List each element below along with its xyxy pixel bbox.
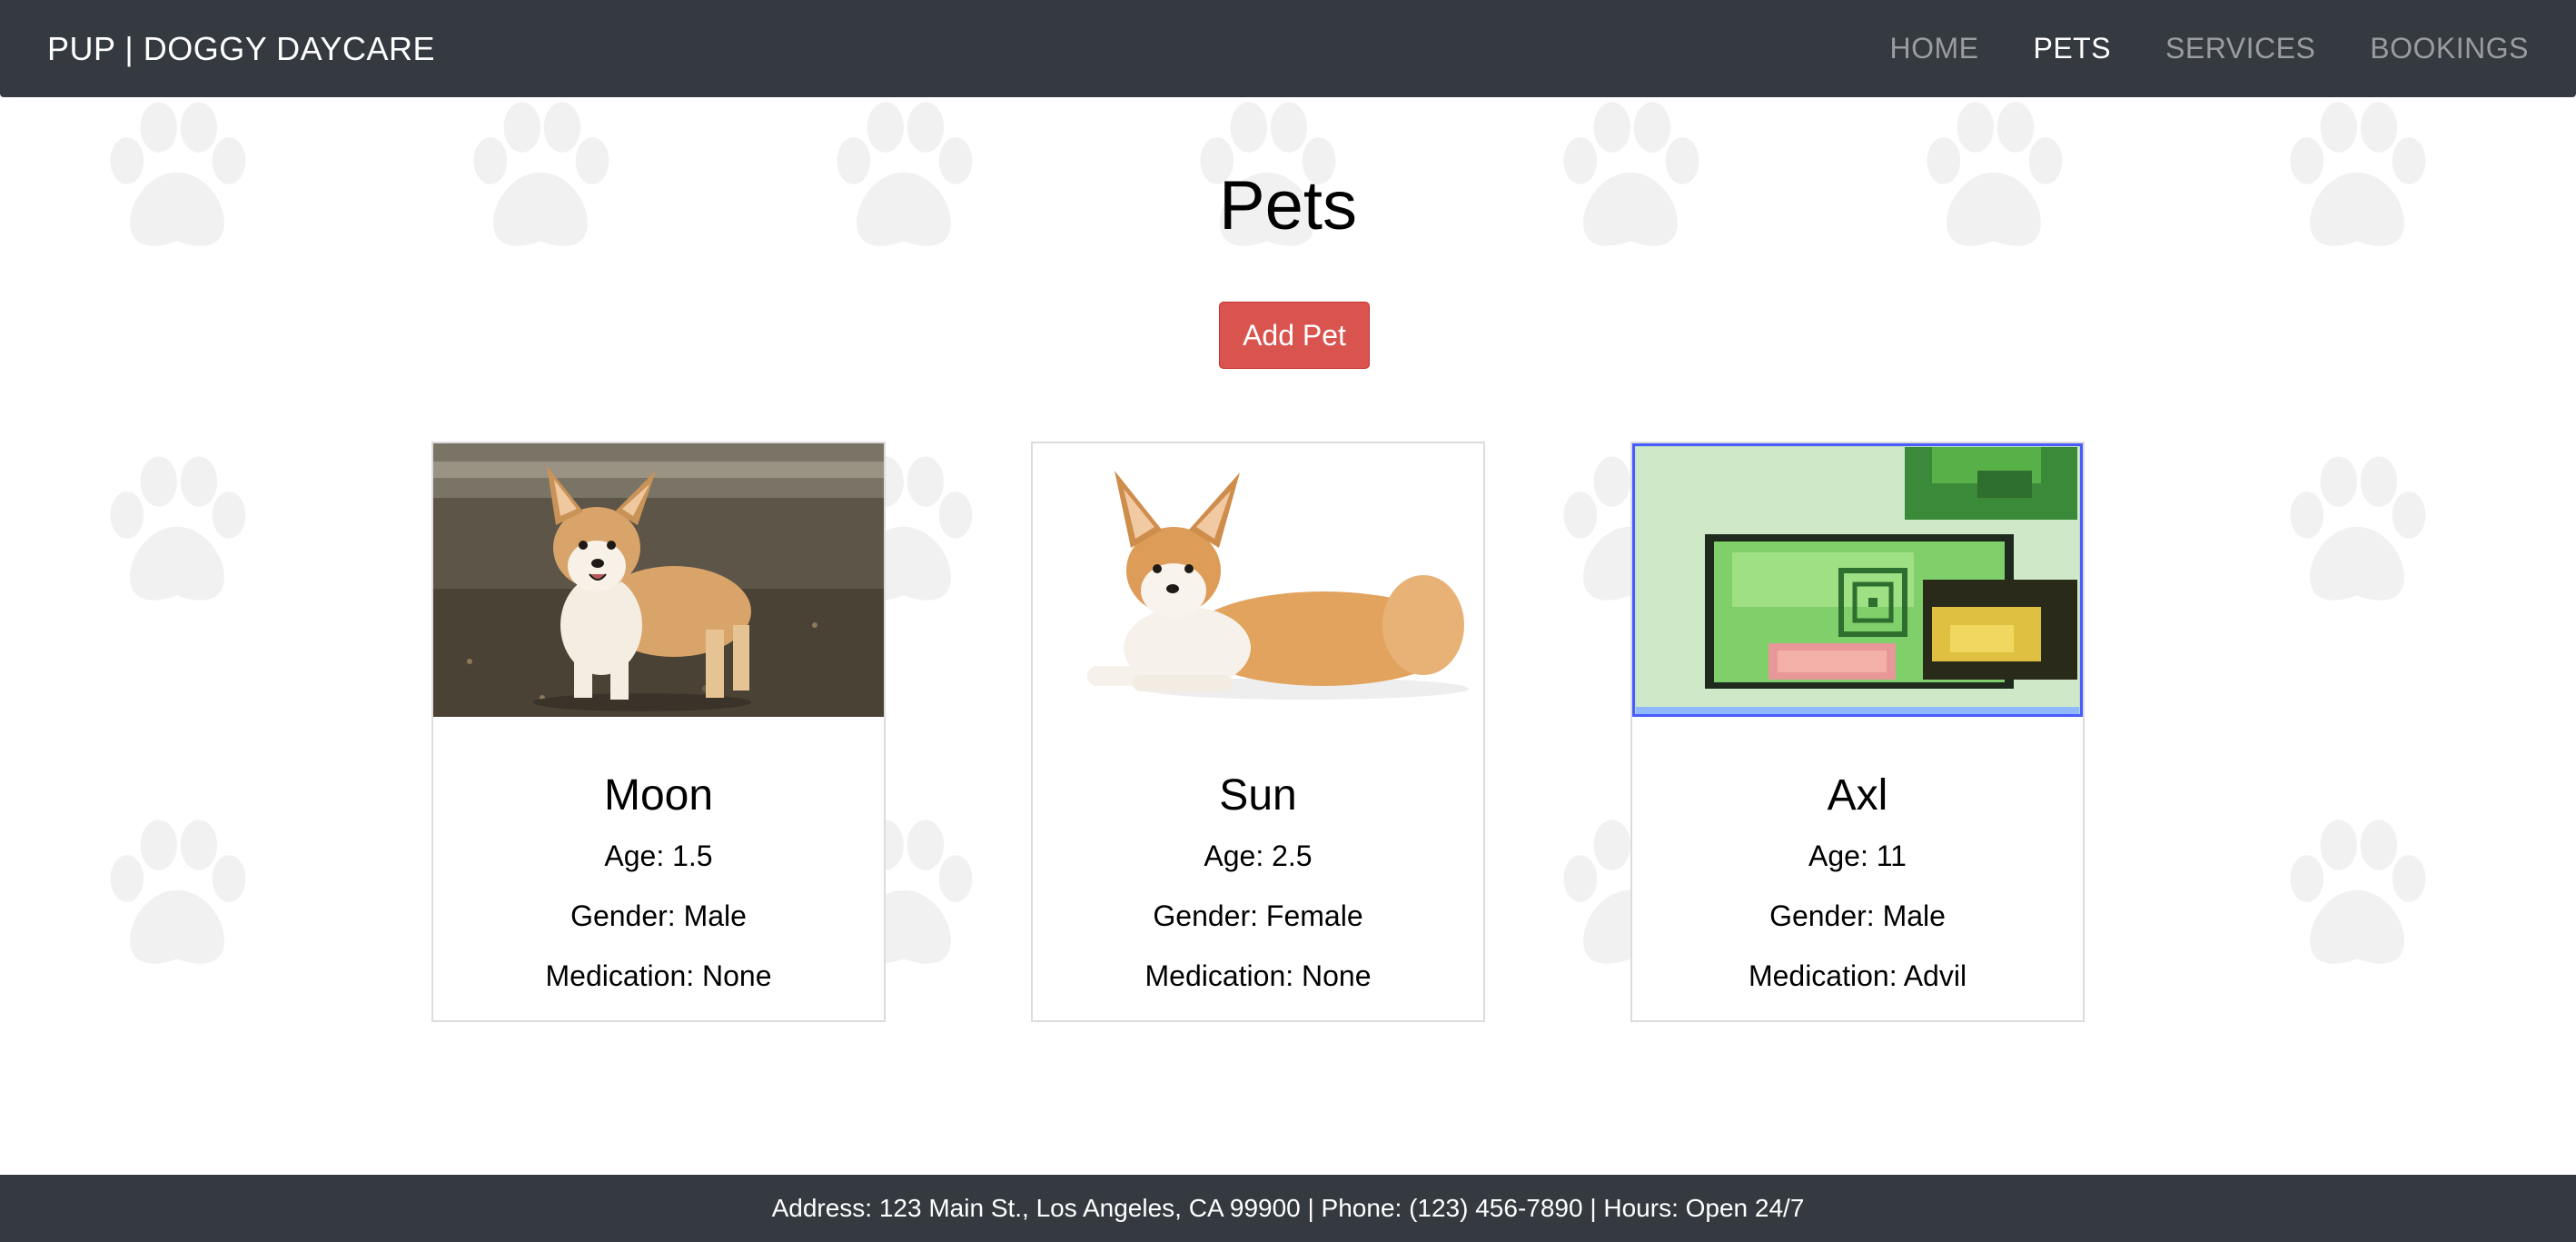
pet-age: Age: 2.5 <box>1204 840 1313 872</box>
page-title: Pets <box>1218 167 1358 244</box>
pet-card: Sun Age: 2.5 Gender: Female Medication: … <box>1031 442 1485 1022</box>
footer-contact-info: Address: 123 Main St., Los Angeles, CA 9… <box>771 1194 1805 1222</box>
pet-photo-corgi-standing <box>433 443 884 717</box>
pet-gender: Gender: Female <box>1153 899 1363 932</box>
pet-medication: Medication: None <box>545 959 772 992</box>
add-pet-button[interactable]: Add Pet <box>1219 302 1370 369</box>
pet-gender: Gender: Male <box>1769 899 1946 932</box>
nav-link-services[interactable]: SERVICES <box>2165 32 2315 65</box>
pet-gender: Gender: Male <box>570 899 747 932</box>
pet-medication: Medication: None <box>1144 959 1372 992</box>
pet-card: Moon Age: 1.5 Gender: Male Medication: N… <box>431 442 886 1022</box>
pet-medication: Medication: Advil <box>1748 959 1967 992</box>
pet-photo-corgi-lying <box>1033 443 1483 717</box>
nav-link-home[interactable]: HOME <box>1889 32 1978 65</box>
pet-name: Moon <box>603 771 714 820</box>
footer: Address: 123 Main St., Los Angeles, CA 9… <box>0 1175 2576 1242</box>
navbar: PUP | DOGGY DAYCARE HOME PETS SERVICES B… <box>0 0 2576 97</box>
nav-link-bookings[interactable]: BOOKINGS <box>2370 32 2529 65</box>
pet-card: Axl Age: 11 Gender: Male Medication: Adv… <box>1630 442 2085 1022</box>
main-content: Pets Add Pet Moon Age: 1.5 Gender: Male … <box>0 97 2576 1175</box>
pet-name: Sun <box>1219 771 1297 820</box>
nav-links: HOME PETS SERVICES BOOKINGS <box>1835 32 2529 65</box>
pet-name: Axl <box>1827 771 1888 820</box>
pet-age: Age: 1.5 <box>604 840 713 872</box>
pet-age: Age: 11 <box>1808 840 1907 872</box>
brand-logo-link[interactable]: PUP | DOGGY DAYCARE <box>47 30 435 68</box>
nav-link-pets[interactable]: PETS <box>2033 32 2111 65</box>
pet-image-pixel-turtle <box>1632 443 2083 717</box>
